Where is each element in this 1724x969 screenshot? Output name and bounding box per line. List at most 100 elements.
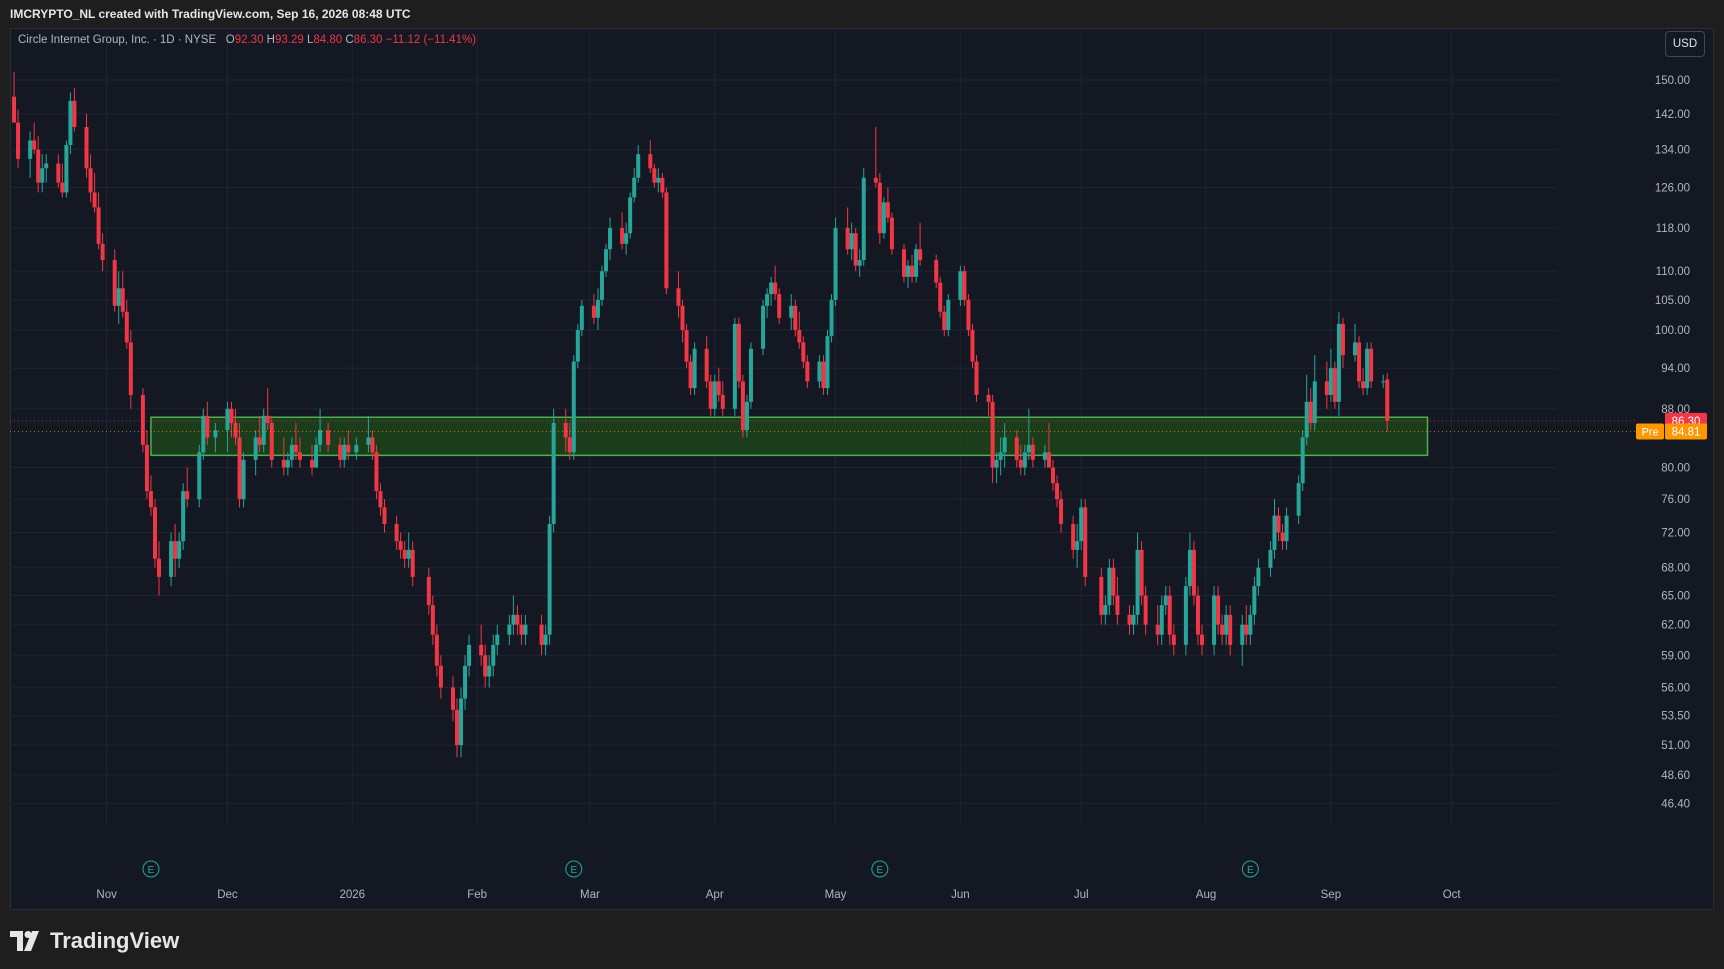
candle-body (181, 491, 186, 542)
candle-body (72, 100, 77, 127)
y-tick-label: 59.00 (1661, 650, 1690, 662)
price-chart[interactable]: 150.00 142.00 134.00 126.00 118.00 110.00 105.… (0, 0, 1724, 969)
candle-body (201, 415, 206, 453)
candle-body (60, 182, 65, 193)
candle-body (1018, 459, 1023, 468)
candle-body (1022, 452, 1027, 468)
candle-body (543, 634, 548, 645)
candle-body (664, 192, 669, 289)
candle-body (523, 624, 528, 635)
candle-body (152, 507, 157, 559)
y-tick-label: 46.40 (1661, 798, 1690, 810)
candle-body (744, 401, 749, 431)
candle-body (64, 144, 69, 193)
candle-body (861, 177, 866, 261)
candle-body (720, 394, 725, 409)
candle-body (342, 444, 347, 460)
y-tick-label: 126.00 (1655, 183, 1690, 195)
earnings-marker[interactable]: E (1241, 860, 1259, 878)
candle-body (265, 415, 270, 423)
candle-body (805, 361, 810, 382)
earnings-marker-label: E (570, 865, 577, 876)
candle-body (96, 207, 101, 244)
symbol-legend: Circle Internet Group, Inc. · 1D · NYSE … (18, 34, 476, 46)
candle-body (185, 491, 190, 500)
candle-body (599, 271, 604, 300)
candle-body (1361, 381, 1366, 389)
candle-body (285, 459, 290, 468)
pre-price-tag-value: 84.81 (1672, 427, 1701, 439)
candle-body (773, 282, 778, 295)
candle-body (881, 202, 886, 234)
candle-body (394, 524, 399, 542)
candle-body (112, 260, 117, 306)
earnings-marker[interactable]: E (565, 860, 583, 878)
earnings-marker-label: E (148, 865, 155, 876)
candle-body (1312, 381, 1317, 423)
y-tick-label: 51.00 (1661, 740, 1690, 752)
candle-body (688, 361, 693, 389)
candle-body (660, 177, 665, 193)
y-tick-label: 62.00 (1661, 620, 1690, 632)
candle-body (575, 329, 580, 362)
candle-body (1183, 586, 1188, 645)
y-tick-label: 150.00 (1655, 75, 1690, 87)
candle-body (1195, 595, 1200, 635)
earnings-marker-label: E (877, 865, 884, 876)
candle-body (257, 437, 262, 445)
candle-body (877, 182, 882, 234)
change-value: −11.12 (−11.41%) (385, 34, 477, 46)
candle-body (1248, 614, 1253, 635)
candle-body (708, 381, 713, 409)
candle-body (1224, 614, 1229, 635)
tradingview-logo-icon (10, 931, 39, 951)
candle-body (817, 361, 822, 382)
candle-body (1365, 348, 1370, 389)
candle-body (310, 459, 315, 468)
candle-body (712, 381, 717, 409)
candle-body (853, 233, 858, 266)
candle-body (761, 305, 766, 349)
brand-name: TradingView (50, 928, 180, 953)
candle-body (144, 444, 149, 492)
candle-body (620, 227, 625, 244)
pre-label-tag-text: Pre (1641, 427, 1658, 439)
candle-body (1280, 532, 1285, 542)
candle-body (1332, 368, 1337, 402)
candle-body (515, 614, 520, 625)
candle-body (970, 329, 975, 362)
candle-body (825, 336, 830, 389)
candle-body (177, 541, 182, 559)
x-tick-label: Jun (951, 889, 970, 901)
candle-body (946, 299, 951, 330)
y-tick-label: 110.00 (1656, 266, 1690, 278)
candle-body (128, 342, 133, 395)
candle-body (491, 644, 496, 666)
candle-body (1159, 605, 1164, 635)
candle-body (1139, 549, 1144, 596)
candle-body (326, 430, 331, 445)
candle-body (1284, 515, 1289, 542)
candle-body (885, 202, 890, 218)
candle-body (402, 549, 407, 559)
candle-body (269, 422, 274, 460)
candle-body (281, 459, 286, 468)
earnings-marker[interactable]: E (871, 860, 889, 878)
earnings-marker[interactable]: E (142, 860, 160, 878)
x-tick-label: Nov (96, 889, 117, 901)
currency-button[interactable]: USD (1665, 31, 1705, 57)
candle-body (1026, 444, 1031, 453)
candle-body (382, 507, 387, 525)
candle-body (732, 323, 737, 409)
candle-body (632, 177, 637, 198)
tradingview-logo[interactable]: TradingView (10, 928, 179, 954)
candle-body (934, 260, 939, 283)
candle-body (974, 361, 979, 395)
open-value: 92.30 (234, 34, 264, 46)
candle-body (120, 288, 125, 312)
candle-body (624, 233, 629, 244)
y-tick-label: 68.00 (1661, 563, 1690, 575)
candle-body (378, 491, 383, 508)
candle-body (857, 260, 862, 266)
high-label: H (266, 34, 275, 46)
